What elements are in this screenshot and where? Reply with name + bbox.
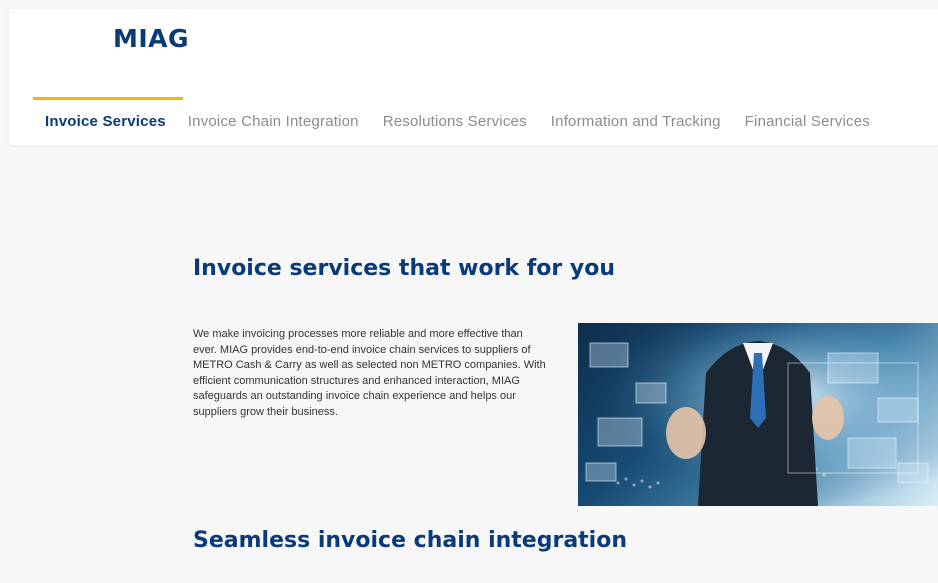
hero-illustration (578, 323, 938, 506)
hero-image-businessman-digital-interface (578, 323, 938, 506)
site-header: MIAG Invoice Services Invoice Chain Inte… (9, 9, 938, 145)
page: MIAG Invoice Services Invoice Chain Inte… (0, 0, 938, 583)
nav-item-invoice-services[interactable]: Invoice Services (33, 97, 183, 130)
intro-paragraph: We make invoicing processes more reliabl… (193, 328, 546, 418)
nav-item-information-and-tracking[interactable]: Information and Tracking (551, 97, 721, 130)
miag-logo[interactable]: MIAG (113, 24, 189, 53)
section-heading: Seamless invoice chain integration (193, 528, 627, 553)
nav-item-resolutions-services[interactable]: Resolutions Services (383, 97, 527, 130)
main-content: Invoice services that work for you We ma… (0, 145, 938, 583)
page-title: Invoice services that work for you (193, 256, 616, 281)
main-nav: Invoice Services Invoice Chain Integrati… (33, 97, 894, 137)
nav-item-financial-services[interactable]: Financial Services (745, 97, 870, 130)
nav-item-invoice-chain-integration[interactable]: Invoice Chain Integration (188, 97, 359, 130)
